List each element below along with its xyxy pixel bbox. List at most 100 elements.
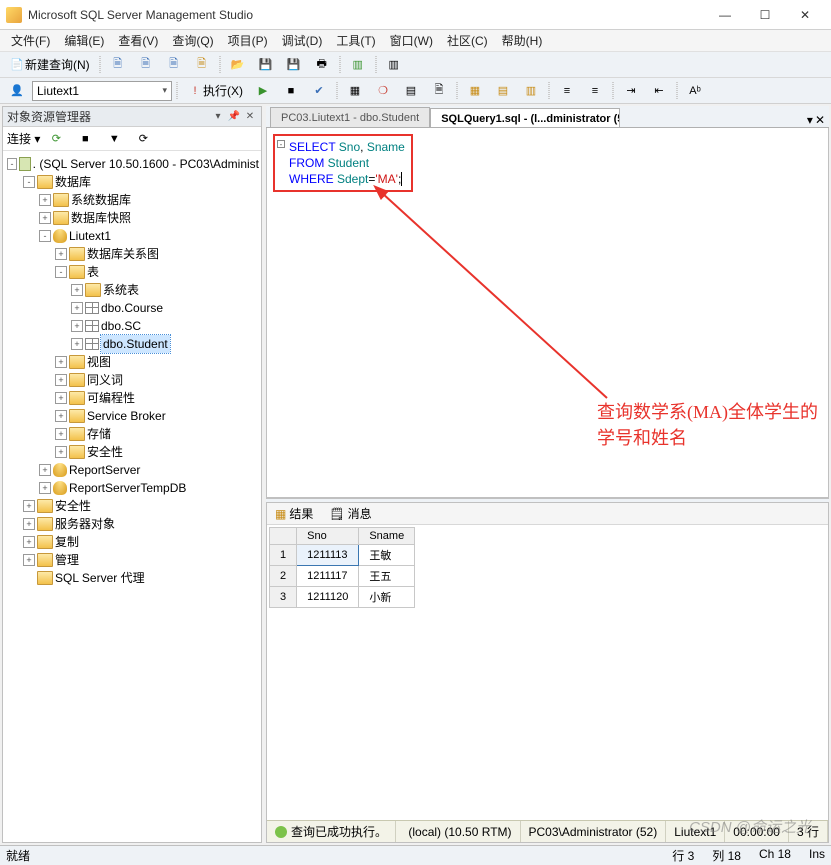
col-sname[interactable]: Sname: [359, 528, 415, 545]
title-bar: Microsoft SQL Server Management Studio —…: [0, 0, 831, 30]
sql-agent[interactable]: SQL Server 代理: [55, 569, 145, 587]
management-folder[interactable]: 管理: [55, 551, 79, 569]
service-broker-folder[interactable]: Service Broker: [87, 407, 166, 425]
status-ch: Ch 18: [759, 847, 791, 864]
panel-pin-icon[interactable]: 📌: [227, 110, 241, 124]
system-db-folder[interactable]: 系统数据库: [71, 191, 131, 209]
db-security-folder[interactable]: 安全性: [87, 443, 123, 461]
connect-refresh[interactable]: ⟳: [43, 128, 69, 150]
uncomment-btn[interactable]: ≡: [582, 80, 608, 102]
views-folder[interactable]: 视图: [87, 353, 111, 371]
results-grid[interactable]: SnoSname 11211113王敏 21211117王五 31211120小…: [267, 525, 828, 820]
menu-query[interactable]: 查询(Q): [165, 30, 220, 51]
results-grid-tab[interactable]: ▦结果: [271, 503, 317, 524]
tabstrip-dropdown-icon[interactable]: ▾: [807, 113, 813, 127]
parse-button[interactable]: ✔: [306, 80, 332, 102]
results-messages-tab[interactable]: 🗒消息: [325, 503, 375, 524]
close-button[interactable]: ✕: [785, 1, 825, 29]
server-objects-folder[interactable]: 服务器对象: [55, 515, 115, 533]
db-diagrams[interactable]: 数据库关系图: [87, 245, 159, 263]
connect-filter[interactable]: ▼: [101, 128, 127, 150]
connect-more[interactable]: ⟳: [130, 128, 156, 150]
indent-btn[interactable]: ⇥: [618, 80, 644, 102]
panel-dropdown-icon[interactable]: ▾: [211, 110, 225, 124]
col-sno[interactable]: Sno: [297, 528, 359, 545]
table-row: 31211120小新: [270, 587, 415, 608]
status-server: (local) (10.50 RTM): [400, 821, 520, 842]
database-combo[interactable]: Liutext1▾: [32, 81, 172, 101]
menu-tools[interactable]: 工具(T): [329, 30, 382, 51]
tb2-c[interactable]: ▤: [398, 80, 424, 102]
menu-bar: 文件(F) 编辑(E) 查看(V) 查询(Q) 项目(P) 调试(D) 工具(T…: [0, 30, 831, 52]
menu-view[interactable]: 查看(V): [111, 30, 165, 51]
db-snapshot-folder[interactable]: 数据库快照: [71, 209, 131, 227]
minimize-button[interactable]: —: [705, 1, 745, 29]
connect-stop[interactable]: ■: [72, 128, 98, 150]
stop-button[interactable]: ■: [278, 80, 304, 102]
size-btn[interactable]: Aᵇ: [682, 80, 708, 102]
tb2-b[interactable]: ❍: [370, 80, 396, 102]
results-messages-label: 消息: [348, 505, 372, 522]
open-button[interactable]: 📂: [225, 54, 251, 76]
menu-file[interactable]: 文件(F): [4, 30, 57, 51]
new-query-button[interactable]: 📄新建查询(N): [4, 54, 95, 76]
highlighted-sql-box: - SELECT Sno, Sname FROM Student WHERE S…: [273, 134, 413, 192]
db-reportserver[interactable]: ReportServer: [69, 461, 140, 479]
server-node[interactable]: . (SQL Server 10.50.1600 - PC03\Administ: [33, 155, 259, 173]
results-grid-btn[interactable]: ▦: [462, 80, 488, 102]
maximize-button[interactable]: ☐: [745, 1, 785, 29]
server-icon: [19, 157, 31, 171]
execute-button[interactable]: !执行(X): [182, 80, 248, 102]
tb2-a[interactable]: ▦: [342, 80, 368, 102]
results-file-btn[interactable]: ▥: [518, 80, 544, 102]
editor-tabstrip: PC03.Liutext1 - dbo.Student SQLQuery1.sq…: [266, 106, 829, 128]
table-student[interactable]: dbo.Student: [101, 335, 170, 353]
connection-icon[interactable]: 👤: [4, 80, 30, 102]
outline-toggle-icon[interactable]: -: [277, 140, 285, 148]
replication-folder[interactable]: 复制: [55, 533, 79, 551]
save-button[interactable]: 💾: [253, 54, 279, 76]
databases-folder[interactable]: 数据库: [55, 173, 91, 191]
print-button[interactable]: 🖶: [309, 54, 335, 76]
tb-btn-4[interactable]: 🗎: [189, 54, 215, 76]
tabstrip-close-icon[interactable]: ✕: [815, 113, 825, 127]
menu-community[interactable]: 社区(C): [440, 30, 495, 51]
security-folder[interactable]: 安全性: [55, 497, 91, 515]
layout-button[interactable]: ▥: [381, 54, 407, 76]
results-text-btn[interactable]: ▤: [490, 80, 516, 102]
storage-folder[interactable]: 存储: [87, 425, 111, 443]
table-course[interactable]: dbo.Course: [101, 299, 163, 317]
tab-table-student[interactable]: PC03.Liutext1 - dbo.Student: [270, 107, 430, 127]
tab-sqlquery[interactable]: SQLQuery1.sql - (l...dministrator (52))*: [430, 108, 620, 128]
menu-debug[interactable]: 调试(D): [275, 30, 330, 51]
panel-close-icon[interactable]: ✕: [243, 110, 257, 124]
synonyms-folder[interactable]: 同义词: [87, 371, 123, 389]
menu-edit[interactable]: 编辑(E): [57, 30, 111, 51]
debug-button[interactable]: ▶: [250, 80, 276, 102]
database-icon: [53, 229, 67, 243]
programmability-folder[interactable]: 可编程性: [87, 389, 135, 407]
system-tables[interactable]: 系统表: [103, 281, 139, 299]
tb2-d[interactable]: 🗎: [426, 80, 452, 102]
status-ins: Ins: [809, 847, 825, 864]
db-reportservertemp[interactable]: ReportServerTempDB: [69, 479, 186, 497]
table-sc[interactable]: dbo.SC: [101, 317, 141, 335]
twisty-icon[interactable]: -: [7, 158, 17, 170]
comment-btn[interactable]: ≡: [554, 80, 580, 102]
outdent-btn[interactable]: ⇤: [646, 80, 672, 102]
tables-folder[interactable]: 表: [87, 263, 99, 281]
object-tree[interactable]: - . (SQL Server 10.50.1600 - PC03\Adminis…: [3, 151, 261, 842]
tb-btn-1[interactable]: 🗎: [105, 54, 131, 76]
connect-button[interactable]: 连接 ▾: [7, 130, 40, 147]
menu-window[interactable]: 窗口(W): [383, 30, 440, 51]
db-liutext1[interactable]: Liutext1: [69, 227, 111, 245]
status-col: 列 18: [712, 847, 741, 864]
save-all-button[interactable]: 💾: [281, 54, 307, 76]
results-grid-label: 结果: [289, 505, 313, 522]
tb-btn-3[interactable]: 🗎: [161, 54, 187, 76]
menu-help[interactable]: 帮助(H): [495, 30, 550, 51]
tb-btn-2[interactable]: 🗎: [133, 54, 159, 76]
menu-project[interactable]: 项目(P): [221, 30, 275, 51]
activity-button[interactable]: ▥: [345, 54, 371, 76]
sql-editor[interactable]: - SELECT Sno, Sname FROM Student WHERE S…: [266, 128, 829, 498]
